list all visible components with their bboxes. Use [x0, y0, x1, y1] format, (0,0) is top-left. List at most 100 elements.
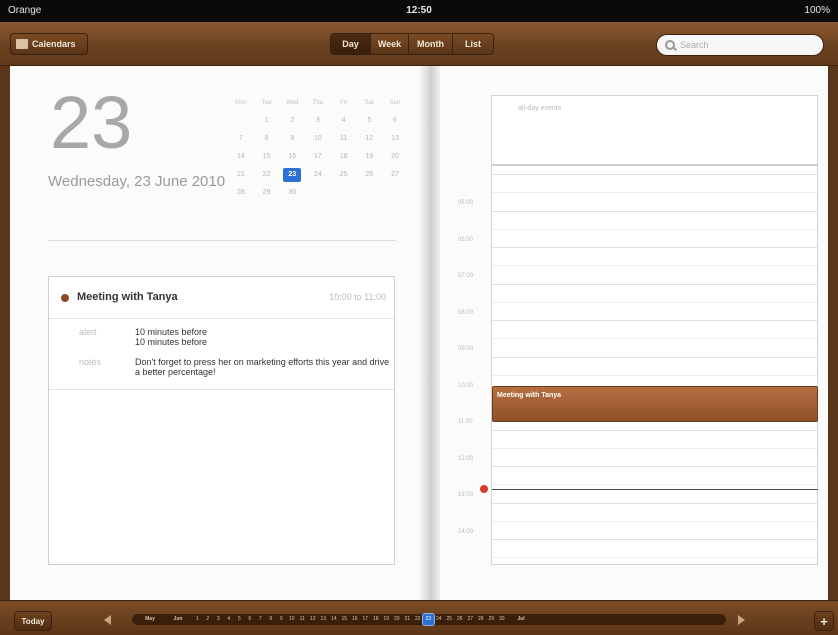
strip-day[interactable]: 9 — [276, 614, 287, 625]
mini-calendar-day — [382, 184, 408, 202]
strip-day[interactable]: 14 — [329, 614, 340, 625]
strip-day[interactable]: 21 — [402, 614, 413, 625]
strip-day[interactable]: 7 — [255, 614, 266, 625]
mini-calendar-day[interactable]: 21 — [228, 166, 254, 184]
strip-day[interactable]: 13 — [318, 614, 329, 625]
hour-line — [492, 247, 817, 248]
strip-month[interactable]: Jun — [164, 614, 192, 625]
mini-calendar-selected-day[interactable]: 23 — [283, 168, 302, 182]
mini-calendar-day[interactable]: 19 — [356, 148, 382, 166]
mini-calendar-day[interactable]: 6 — [382, 112, 408, 130]
strip-day[interactable]: 20 — [392, 614, 403, 625]
strip-selected-day[interactable]: 23 — [422, 613, 435, 626]
strip-day[interactable]: 10 — [287, 614, 298, 625]
strip-day[interactable]: 30 — [497, 614, 508, 625]
event-title: Meeting with Tanya — [77, 291, 178, 303]
mini-calendar-day[interactable]: 28 — [228, 184, 254, 202]
day-timeline[interactable]: all-day events — [491, 95, 818, 565]
mini-calendar-day[interactable]: 3 — [305, 112, 331, 130]
mini-calendar-day[interactable]: 12 — [356, 130, 382, 148]
strip-day[interactable]: 24 — [434, 614, 445, 625]
strip-day[interactable]: 19 — [381, 614, 392, 625]
mini-calendar-day[interactable]: 17 — [305, 148, 331, 166]
mini-calendar-day[interactable]: 22 — [254, 166, 280, 184]
mini-calendar-day[interactable]: 18 — [331, 148, 357, 166]
event-detail-card: Meeting with Tanya 10:00 to 11:00 alert … — [48, 276, 395, 565]
weekday-label: Sun — [389, 100, 401, 106]
strip-day[interactable]: 17 — [360, 614, 371, 625]
event-header[interactable]: Meeting with Tanya 10:00 to 11:00 — [49, 277, 394, 319]
hour-line — [492, 466, 817, 467]
mini-calendar-day[interactable]: 10 — [305, 130, 331, 148]
strip-day[interactable]: 8 — [266, 614, 277, 625]
mini-calendar-day — [356, 184, 382, 202]
next-arrow-icon[interactable] — [738, 615, 745, 625]
strip-day[interactable]: 29 — [486, 614, 497, 625]
strip-day[interactable]: 26 — [455, 614, 466, 625]
mini-calendar-day[interactable]: 13 — [382, 130, 408, 148]
strip-day[interactable]: 6 — [245, 614, 256, 625]
half-hour-line — [492, 301, 817, 303]
strip-day[interactable]: 15 — [339, 614, 350, 625]
mini-calendar-day[interactable]: 8 — [254, 130, 280, 148]
tab-list[interactable]: List — [453, 34, 493, 54]
today-button[interactable]: Today — [14, 611, 52, 631]
timeline-event[interactable]: Meeting with Tanya — [492, 386, 818, 422]
tab-day[interactable]: Day — [331, 34, 371, 54]
mini-calendar-day[interactable]: 4 — [331, 112, 357, 130]
strip-day[interactable]: 3 — [213, 614, 224, 625]
strip-day[interactable]: 5 — [234, 614, 245, 625]
strip-month[interactable]: May — [136, 614, 164, 625]
strip-day[interactable]: 28 — [476, 614, 487, 625]
mini-calendar-day[interactable]: 11 — [331, 130, 357, 148]
tab-week[interactable]: Week — [371, 34, 409, 54]
tab-month[interactable]: Month — [409, 34, 453, 54]
mini-calendar-day[interactable]: 30 — [279, 184, 305, 202]
calendars-label: Calendars — [32, 39, 76, 49]
calendars-button[interactable]: Calendars — [10, 33, 88, 55]
strip-day[interactable]: 2 — [203, 614, 214, 625]
mini-calendar-day[interactable]: 15 — [254, 148, 280, 166]
weekday-label: Sat — [364, 100, 374, 106]
mini-calendar-day[interactable]: 14 — [228, 148, 254, 166]
strip-day[interactable]: 16 — [350, 614, 361, 625]
mini-calendar-day[interactable]: 26 — [356, 166, 382, 184]
mini-calendar-day[interactable]: 5 — [356, 112, 382, 130]
mini-calendar-day[interactable]: 2 — [279, 112, 305, 130]
mini-calendar-day[interactable]: 7 — [228, 130, 254, 148]
search-input[interactable] — [680, 40, 810, 50]
mini-calendar-day[interactable]: 29 — [254, 184, 280, 202]
strip-day[interactable]: 1 — [192, 614, 203, 625]
strip-day[interactable]: 25 — [444, 614, 455, 625]
mini-calendar-day[interactable]: 24 — [305, 166, 331, 184]
strip-day[interactable]: 12 — [308, 614, 319, 625]
mini-calendar-day[interactable]: 20 — [382, 148, 408, 166]
hour-line — [492, 356, 817, 358]
notes-value: Don't forget to press her on marketing e… — [135, 357, 390, 377]
mini-calendar-day[interactable]: 27 — [382, 166, 408, 184]
mini-calendar-week: 7 8 9 10 11 12 13 — [228, 130, 408, 148]
search-field[interactable] — [656, 34, 824, 56]
strip-month[interactable]: Jul — [507, 614, 535, 625]
mini-calendar-day[interactable]: 9 — [279, 130, 305, 148]
mini-calendar-day[interactable]: 16 — [279, 148, 305, 166]
strip-day[interactable]: 4 — [224, 614, 235, 625]
strip-day[interactable]: 22 — [413, 614, 424, 625]
hour-label: 08:00 — [458, 309, 474, 316]
strip-day[interactable]: 27 — [465, 614, 476, 625]
weekday-label: Fri — [340, 100, 348, 106]
current-time-marker — [480, 485, 488, 493]
strip-day[interactable]: 11 — [297, 614, 308, 625]
mini-calendar-day[interactable]: 1 — [254, 112, 280, 130]
mini-calendar-day — [331, 184, 357, 202]
strip-day[interactable]: 18 — [371, 614, 382, 625]
half-hour-line — [492, 338, 817, 339]
event-time: 10:00 to 11:00 — [329, 292, 386, 302]
mini-calendar-day[interactable]: 25 — [331, 166, 357, 184]
add-event-button[interactable]: + — [814, 611, 834, 631]
all-day-events-area[interactable]: all-day events — [492, 96, 817, 166]
hour-label: 14:00 — [458, 528, 474, 535]
previous-arrow-icon[interactable] — [104, 615, 111, 625]
date-strip[interactable]: May Jun 1 2 3 4 5 6 7 8 9 10 11 12 13 14 15 16 17 18 19 20 21 2… — [132, 613, 726, 626]
hour-line — [492, 210, 817, 212]
